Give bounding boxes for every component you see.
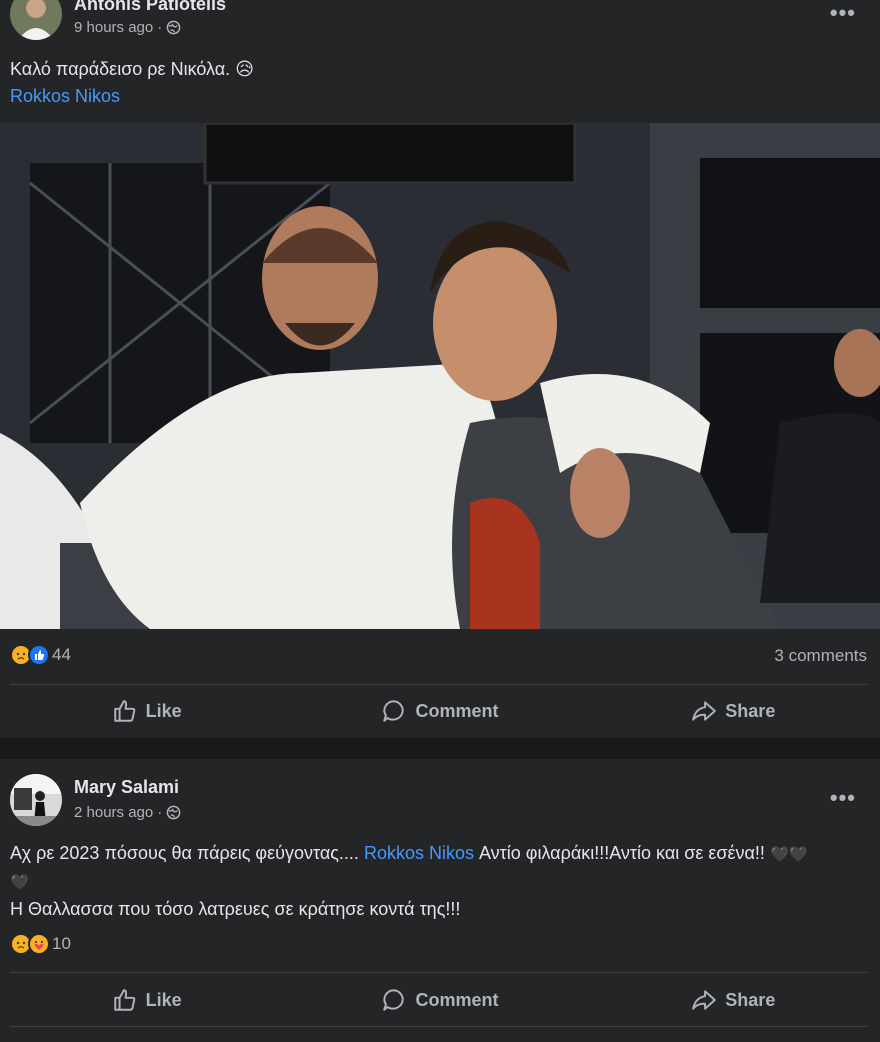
comment-button[interactable]: Comment bbox=[293, 978, 586, 1022]
like-button[interactable]: Like bbox=[0, 978, 293, 1022]
share-button[interactable]: Share bbox=[587, 978, 880, 1022]
author-avatar[interactable] bbox=[10, 0, 62, 40]
post-text-content: Καλό παράδεισο ρε Νικόλα. bbox=[10, 59, 231, 79]
thumbs-up-icon bbox=[113, 700, 135, 722]
thumbs-up-icon bbox=[113, 989, 135, 1011]
comment-button[interactable]: Comment bbox=[293, 689, 586, 733]
post-text-continued: Αντίο φιλαράκι!!!Αντίο και σε εσένα!! bbox=[473, 843, 765, 863]
author-name[interactable]: Mary Salami bbox=[74, 777, 179, 798]
post-card: Mary Salami 2 hours ago · ••• Αχ ρε 2023… bbox=[0, 759, 880, 1042]
sad-emoji: 😥 bbox=[235, 59, 254, 79]
reaction-count: 10 bbox=[52, 934, 71, 953]
post-text-content: Αχ ρε 2023 πόσους θα πάρεις φεύγοντας...… bbox=[10, 843, 359, 863]
share-label: Share bbox=[725, 989, 776, 1010]
reactions-summary[interactable]: 44 bbox=[10, 644, 71, 666]
divider bbox=[10, 972, 867, 973]
post-actions: Like Comment Share bbox=[0, 978, 880, 1022]
post-actions: Like Comment Share bbox=[0, 689, 880, 733]
comment-label: Comment bbox=[415, 989, 499, 1010]
like-label: Like bbox=[145, 700, 182, 721]
divider bbox=[10, 1026, 867, 1027]
post-text-line2: Η Θαλλασσα που τόσο λατρευες σε κράτησε … bbox=[10, 899, 461, 919]
post-time[interactable]: 2 hours ago bbox=[74, 804, 153, 821]
globe-icon bbox=[166, 805, 181, 820]
share-icon bbox=[692, 990, 717, 1010]
share-icon bbox=[692, 701, 717, 721]
reaction-icons bbox=[10, 933, 50, 955]
mention-link[interactable]: Rokkos Nikos bbox=[364, 843, 474, 863]
post-meta: 2 hours ago · bbox=[74, 804, 181, 821]
more-options-icon[interactable]: ••• bbox=[830, 0, 856, 26]
post-time[interactable]: 9 hours ago bbox=[74, 19, 153, 36]
share-label: Share bbox=[725, 700, 776, 721]
post-text: Αχ ρε 2023 πόσους θα πάρεις φεύγοντας...… bbox=[10, 840, 810, 923]
more-options-icon[interactable]: ••• bbox=[830, 785, 856, 811]
reaction-icons bbox=[10, 644, 50, 666]
like-button[interactable]: Like bbox=[0, 689, 293, 733]
comment-icon bbox=[383, 700, 405, 722]
author-name[interactable]: Antonis Patlotelis bbox=[74, 0, 226, 15]
post-photo[interactable] bbox=[0, 123, 880, 629]
like-reaction-icon bbox=[28, 644, 50, 666]
mention-link[interactable]: Rokkos Nikos bbox=[10, 86, 120, 106]
reactions-summary[interactable]: 10 bbox=[10, 933, 71, 955]
author-avatar[interactable] bbox=[10, 774, 62, 826]
post-meta: 9 hours ago · bbox=[74, 19, 181, 36]
post-card: Antonis Patlotelis 9 hours ago · ••• Καλ… bbox=[0, 0, 880, 738]
like-label: Like bbox=[145, 989, 182, 1010]
reaction-count: 44 bbox=[52, 645, 71, 664]
meta-separator: · bbox=[157, 804, 163, 821]
comment-label: Comment bbox=[415, 700, 499, 721]
post-text: Καλό παράδεισο ρε Νικόλα. 😥 Rokkos Nikos bbox=[10, 56, 820, 110]
care-reaction-icon bbox=[28, 933, 50, 955]
globe-icon bbox=[166, 20, 181, 35]
comment-icon bbox=[383, 989, 405, 1011]
comments-count-link[interactable]: 3 comments bbox=[774, 646, 867, 666]
share-button[interactable]: Share bbox=[587, 689, 880, 733]
meta-separator: · bbox=[157, 19, 163, 36]
divider bbox=[10, 684, 867, 685]
